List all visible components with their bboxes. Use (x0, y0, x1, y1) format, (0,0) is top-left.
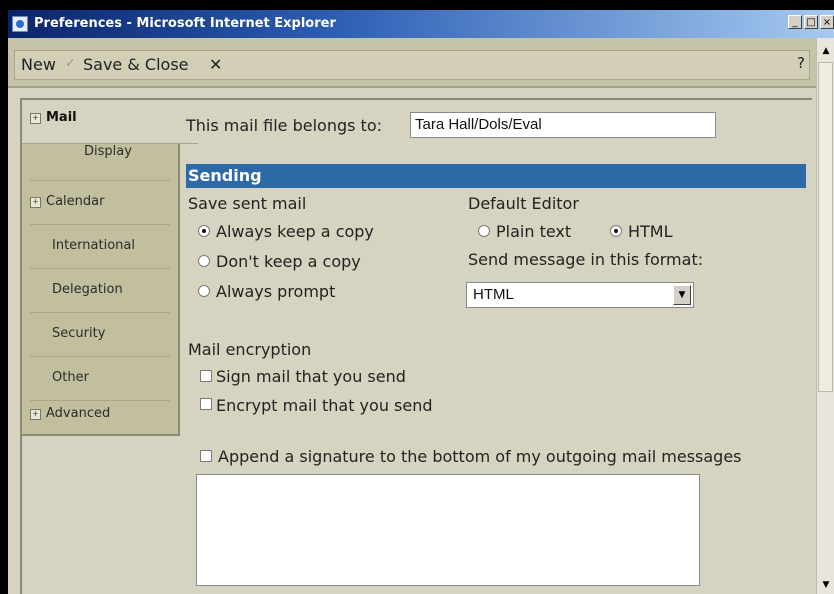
format-label: Send message in this format: (468, 250, 704, 269)
expand-icon[interactable]: + (30, 197, 41, 208)
browser-window: Preferences - Microsoft Internet Explore… (8, 10, 834, 594)
nav-international-label: International (52, 238, 135, 253)
save-sent-label: Save sent mail (188, 194, 307, 213)
nav-security-label: Security (52, 326, 106, 341)
radio-always-keep[interactable] (198, 225, 210, 237)
nav-delegation-label: Delegation (52, 282, 123, 297)
nav-item-advanced[interactable]: + Advanced (22, 392, 178, 436)
default-editor-label: Default Editor (468, 194, 579, 213)
nav-item-international[interactable]: International (22, 224, 178, 268)
minimize-button[interactable]: _ (788, 15, 802, 29)
nav-item-delegation[interactable]: Delegation (22, 268, 178, 312)
option-plain-text[interactable]: Plain text (496, 222, 571, 241)
nav-advanced-label: Advanced (46, 406, 111, 421)
title-bar: Preferences - Microsoft Internet Explore… (8, 10, 834, 38)
signature-textarea[interactable] (196, 474, 700, 586)
new-dropdown-icon: ✓ (65, 56, 76, 71)
encryption-label: Mail encryption (188, 340, 312, 359)
nav-display-label: Display (84, 144, 132, 159)
encrypt-mail-label[interactable]: Encrypt mail that you send (216, 396, 433, 415)
scroll-up-icon[interactable]: ▲ (820, 46, 832, 58)
nav-item-calendar[interactable]: + Calendar (22, 180, 178, 224)
internet-explorer-icon (12, 16, 28, 32)
help-button[interactable]: ? (797, 54, 805, 72)
nav-item-display[interactable]: Display (22, 144, 178, 180)
signature-checkbox[interactable] (200, 450, 212, 462)
section-header-sending: Sending (186, 164, 806, 188)
action-toolbar: New ✓ Save & Close ✕ ? (8, 38, 816, 88)
radio-plain-text[interactable] (478, 225, 490, 237)
signature-label[interactable]: Append a signature to the bottom of my o… (218, 447, 742, 466)
mail-preferences-panel: This mail file belongs to: Tara Hall/Dol… (184, 100, 810, 594)
nav-other-label: Other (52, 370, 89, 385)
nav-mail-label: Mail (46, 110, 77, 125)
nav-item-mail[interactable]: + Mail (22, 100, 198, 144)
new-button[interactable]: New (21, 55, 56, 74)
maximize-button[interactable]: □ (804, 15, 818, 29)
option-html[interactable]: HTML (628, 222, 673, 241)
radio-dont-keep[interactable] (198, 255, 210, 267)
format-select[interactable]: HTML ▼ (466, 282, 694, 308)
owner-field[interactable]: Tara Hall/Dols/Eval (410, 112, 716, 138)
nav-calendar-label: Calendar (46, 194, 105, 209)
format-value: HTML (473, 286, 514, 303)
option-always-keep[interactable]: Always keep a copy (216, 222, 374, 241)
chevron-down-icon[interactable]: ▼ (673, 285, 691, 305)
sign-mail-label[interactable]: Sign mail that you send (216, 367, 406, 386)
expand-icon[interactable]: + (30, 113, 41, 124)
vertical-scrollbar[interactable]: ▲ ▼ (816, 38, 834, 594)
close-icon[interactable]: ✕ (209, 55, 222, 74)
expand-icon[interactable]: + (30, 409, 41, 420)
radio-always-prompt[interactable] (198, 285, 210, 297)
section-title: Sending (188, 166, 262, 185)
option-always-prompt[interactable]: Always prompt (216, 282, 335, 301)
sign-mail-checkbox[interactable] (200, 370, 212, 382)
owner-label: This mail file belongs to: (186, 116, 383, 135)
scroll-down-icon[interactable]: ▼ (820, 580, 832, 592)
encrypt-mail-checkbox[interactable] (200, 398, 212, 410)
option-dont-keep[interactable]: Don't keep a copy (216, 252, 361, 271)
close-window-button[interactable]: × (820, 15, 834, 29)
window-title: Preferences - Microsoft Internet Explore… (34, 16, 336, 31)
save-close-button[interactable]: Save & Close (83, 55, 189, 74)
radio-html[interactable] (610, 225, 622, 237)
nav-item-security[interactable]: Security (22, 312, 178, 356)
scrollbar-thumb[interactable] (818, 62, 833, 392)
preferences-nav: + Mail Display + Calendar International … (20, 98, 198, 436)
